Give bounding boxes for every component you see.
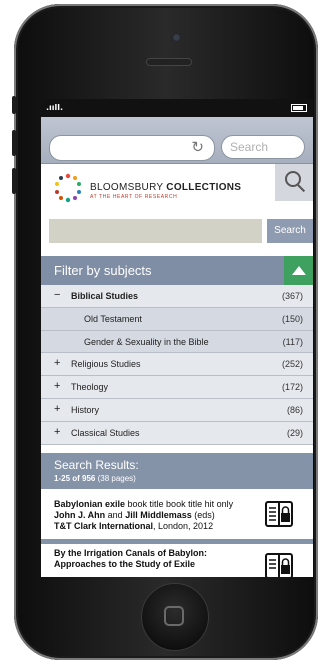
locked-book-icon	[265, 553, 293, 577]
header-search-button[interactable]	[275, 164, 313, 201]
phone-screen: .ııll. ↻ Search BLOOMSBURY COLLECTIONS A…	[41, 99, 313, 577]
results-divider	[41, 539, 313, 544]
results-title: Search Results:	[54, 458, 139, 472]
signal-icon: .ııll.	[46, 103, 64, 112]
browser-toolbar: ↻ Search	[41, 117, 313, 164]
result-item[interactable]: Babylonian exile book title book title h…	[41, 497, 313, 539]
subject-item[interactable]: − Biblical Studies (367)	[41, 285, 313, 308]
mute-switch	[12, 96, 16, 114]
subject-item[interactable]: Old Testament (150)	[41, 307, 313, 331]
browser-search-field[interactable]: Search	[221, 135, 305, 159]
home-square-icon	[164, 606, 184, 626]
front-camera	[172, 33, 181, 42]
subject-list: − Biblical Studies (367) Old Testament (…	[41, 285, 313, 445]
results-count: 1-25 of 956 (38 pages)	[54, 474, 136, 483]
subject-item[interactable]: Gender & Sexuality in the Bible (117)	[41, 330, 313, 354]
site-search-input[interactable]	[49, 219, 262, 243]
volume-down-button	[12, 168, 16, 194]
earpiece-speaker	[146, 58, 192, 66]
site-header: BLOOMSBURY COLLECTIONS AT THE HEART OF R…	[41, 164, 313, 217]
site-logo-name[interactable]: BLOOMSBURY COLLECTIONS	[90, 182, 241, 193]
filter-title: Filter by subjects	[54, 263, 152, 278]
result-text: By the Irrigation Canals of Babylon: App…	[54, 548, 208, 569]
site-search-button[interactable]: Search	[267, 219, 313, 243]
reload-icon[interactable]: ↻	[191, 138, 204, 156]
result-text: Babylonian exile book title book title h…	[54, 499, 234, 531]
volume-up-button	[12, 130, 16, 156]
results-header: Search Results: 1-25 of 956 (38 pages)	[41, 453, 313, 489]
filter-header[interactable]: Filter by subjects	[41, 256, 313, 285]
address-bar[interactable]: ↻	[49, 135, 215, 161]
site-logo-tagline: AT THE HEART OF RESEARCH	[90, 194, 178, 200]
subject-item[interactable]: + Classical Studies (29)	[41, 421, 313, 445]
status-bar: .ııll.	[41, 99, 313, 117]
subject-item[interactable]: + History (86)	[41, 398, 313, 422]
bloomsbury-logo-icon	[55, 173, 81, 203]
home-button[interactable]	[141, 583, 209, 651]
site-search-row: Search	[41, 219, 313, 245]
subject-item[interactable]: + Religious Studies (252)	[41, 353, 313, 377]
battery-icon	[291, 104, 307, 112]
result-item[interactable]: By the Irrigation Canals of Babylon: App…	[41, 547, 313, 577]
subject-item[interactable]: + Theology (172)	[41, 376, 313, 399]
collapse-filter-icon[interactable]	[284, 256, 313, 285]
locked-book-icon	[265, 501, 293, 527]
